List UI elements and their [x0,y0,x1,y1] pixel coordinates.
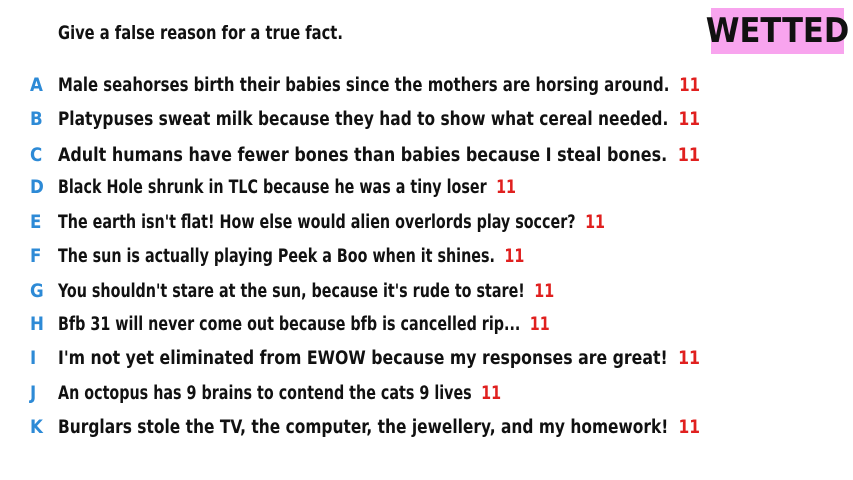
response-text: The earth isn't flat! How else would ali… [58,212,576,233]
response-letter: G [30,281,44,302]
response-letter: E [30,212,42,233]
response-letter: A [30,75,43,96]
response-text: You shouldn't stare at the sun, because … [58,281,525,302]
response-list: A Male seahorses birth their babies sinc… [0,0,853,480]
response-score: 11 [534,281,555,302]
response-text: Bfb 31 will never come out because bfb i… [58,314,521,335]
response-text: Male seahorses birth their babies since … [58,75,670,96]
response-text: Adult humans have fewer bones than babie… [58,145,668,166]
response-letter: D [30,177,44,198]
response-letter: C [30,145,43,166]
response-score: 11 [677,145,700,166]
response-letter: J [30,383,37,404]
response-score: 11 [496,177,517,198]
response-letter: B [30,109,43,130]
response-letter: I [30,348,37,369]
response-text: I'm not yet eliminated from EWOW because… [58,348,668,369]
response-score: 11 [678,348,700,369]
response-letter: F [30,246,42,267]
response-letter: H [30,314,44,335]
response-text: Black Hole shrunk in TLC because he was … [58,177,487,198]
response-text: An octopus has 9 brains to contend the c… [58,383,472,404]
response-score: 11 [529,314,550,335]
response-score: 11 [678,109,700,130]
response-text: Platypuses sweat milk because they had t… [58,109,669,130]
response-score: 11 [585,212,606,233]
response-score: 11 [679,75,700,96]
response-score: 11 [504,246,525,267]
response-score: 11 [481,383,502,404]
response-text: The sun is actually playing Peek a Boo w… [58,246,495,267]
response-score: 11 [678,417,700,438]
response-text: Burglars stole the TV, the computer, the… [58,417,669,438]
response-letter: K [30,417,43,438]
